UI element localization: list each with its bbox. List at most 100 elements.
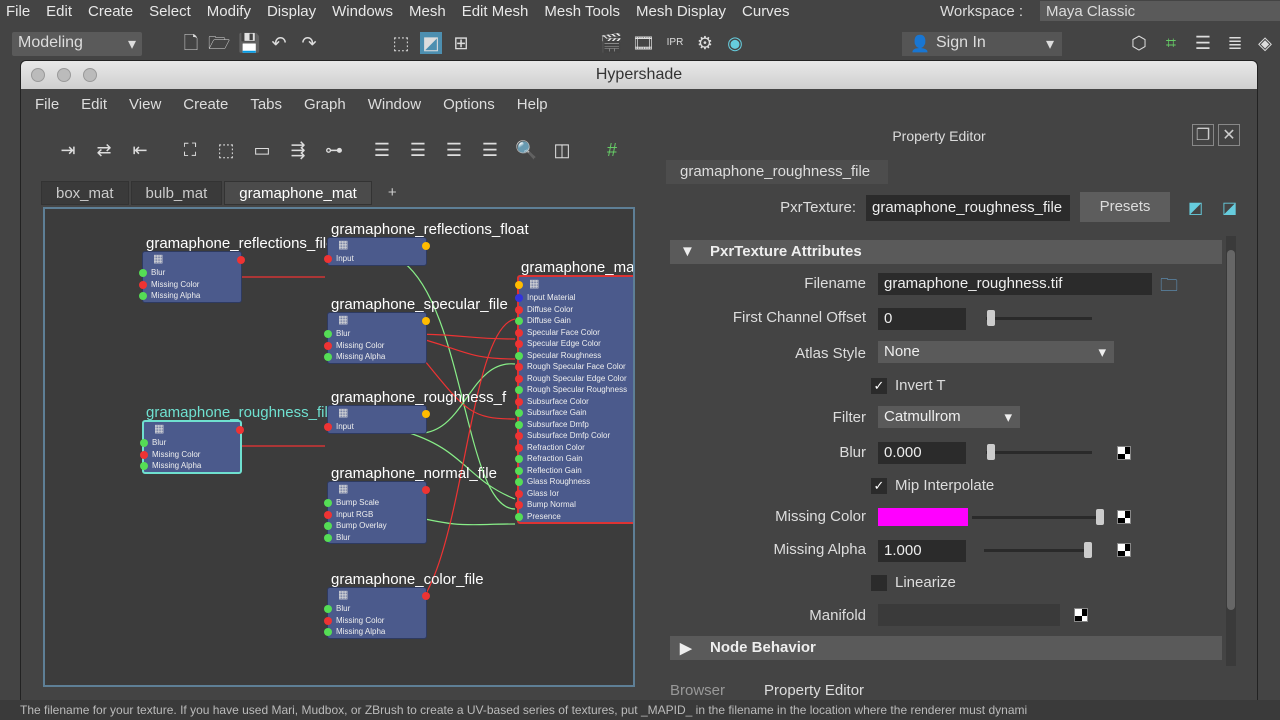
node-attribute[interactable]: Specular Face Color (515, 327, 633, 339)
node-reflections-float[interactable]: ▦ Input (324, 237, 430, 266)
node-attribute[interactable]: Blur (139, 267, 241, 279)
float-panel-icon[interactable]: ❐ (1192, 124, 1214, 146)
node-attribute[interactable]: Input RGB (324, 509, 426, 521)
new-scene-icon[interactable]: 🗋 (180, 32, 202, 54)
node-attribute[interactable]: Rough Specular Face Color (515, 361, 633, 373)
render-settings-icon[interactable]: ⚙ (694, 32, 716, 54)
input-port[interactable] (324, 499, 332, 507)
add-tab-button[interactable]: + (374, 181, 411, 205)
mip-interpolate-checkbox[interactable]: ✓ (871, 478, 887, 494)
copy-tab-icon[interactable]: ◩ (1188, 198, 1203, 218)
node-tab[interactable]: gramaphone_roughness_file (666, 160, 888, 184)
input-port[interactable] (324, 628, 332, 636)
channel-box-icon[interactable]: ☰ (1192, 32, 1214, 54)
menu-edit-mesh[interactable]: Edit Mesh (462, 3, 529, 20)
input-port[interactable] (140, 439, 148, 447)
input-port[interactable] (324, 341, 332, 350)
node-attribute[interactable]: Input Material (515, 292, 633, 304)
map-texture-icon[interactable] (1117, 543, 1131, 557)
modeling-toolkit-icon[interactable]: ⌗ (1160, 32, 1182, 54)
input-port[interactable] (324, 533, 332, 542)
node-attribute[interactable]: Missing Alpha (140, 460, 240, 472)
sign-in-button[interactable]: 👤 Sign In ▾ (902, 32, 1062, 56)
mode-select[interactable]: Modeling ▾ (12, 32, 142, 56)
minimize-window-button[interactable] (57, 68, 71, 82)
atlas-style-select[interactable]: None ▾ (878, 341, 1114, 363)
input-port[interactable] (515, 386, 523, 394)
node-attribute[interactable]: Glass Roughness (515, 476, 633, 488)
input-port[interactable] (515, 374, 523, 383)
input-port[interactable] (515, 512, 523, 521)
hs-menu-view[interactable]: View (129, 96, 161, 113)
node-attribute[interactable]: Diffuse Color (515, 304, 633, 316)
node-attribute[interactable]: Subsurface Gain (515, 407, 633, 419)
missing-color-swatch[interactable] (878, 508, 968, 526)
node-attribute[interactable]: Subsurface Color (515, 396, 633, 408)
pxrtexture-attributes-section[interactable]: ▼ PxrTexture Attributes (670, 240, 1222, 264)
hs-menu-options[interactable]: Options (443, 96, 495, 113)
attribute-editor-icon[interactable]: ≣ (1224, 32, 1246, 54)
node-attribute[interactable]: Missing Alpha (324, 351, 426, 363)
node-attribute[interactable]: Input (324, 421, 426, 433)
node-attribute[interactable]: Refraction Color (515, 442, 633, 454)
output-connections-icon[interactable]: ⇤ (129, 139, 151, 161)
save-icon[interactable]: 💾 (238, 32, 260, 54)
input-port[interactable] (515, 317, 523, 325)
filter-select[interactable]: Catmullrom ▾ (878, 406, 1020, 428)
output-port[interactable] (422, 242, 430, 250)
close-window-button[interactable] (31, 68, 45, 82)
scrollbar[interactable] (1226, 236, 1236, 666)
output-port[interactable] (422, 592, 430, 600)
frame-all-icon[interactable]: ⛶ (179, 139, 201, 161)
layout-icon[interactable]: ⬡ (1128, 32, 1150, 54)
hs-menu-graph[interactable]: Graph (304, 96, 346, 113)
output-port[interactable] (236, 426, 244, 434)
hypershade-icon[interactable]: ◉ (724, 32, 746, 54)
input-port[interactable] (140, 462, 148, 470)
menu-mesh[interactable]: Mesh (409, 3, 446, 20)
menu-curves[interactable]: Curves (742, 3, 790, 20)
input-port[interactable] (515, 455, 523, 463)
render-view-icon[interactable]: 🎬 (600, 32, 622, 54)
node-attribute[interactable]: Bump Overlay (324, 520, 426, 532)
missing-color-slider-handle[interactable] (1096, 509, 1104, 525)
float-icon[interactable]: ◪ (1222, 198, 1237, 218)
menu-mesh-tools[interactable]: Mesh Tools (544, 3, 620, 20)
custom-view-icon[interactable]: ☰ (479, 139, 501, 161)
node-normal-file[interactable]: ▦ Bump Scale Input RGB Bump Overlay Blur (324, 481, 430, 544)
node-attribute[interactable]: Input (324, 253, 426, 265)
node-attribute[interactable]: Missing Color (139, 279, 241, 291)
swatch-icon[interactable]: ◫ (551, 139, 573, 161)
node-behavior-section[interactable]: ▶ Node Behavior (670, 636, 1222, 660)
missing-color-slider[interactable] (972, 516, 1100, 519)
input-port[interactable] (515, 397, 523, 406)
node-attribute[interactable]: Bump Scale (324, 497, 426, 509)
bottom-tab-browser[interactable]: Browser (670, 682, 725, 699)
input-port[interactable] (139, 269, 147, 277)
node-attribute[interactable]: Missing Alpha (324, 626, 426, 638)
tab-box-mat[interactable]: box_mat (41, 181, 129, 205)
input-port[interactable] (515, 420, 523, 429)
node-attribute[interactable]: Glass Ior (515, 488, 633, 500)
node-name-field[interactable]: gramaphone_roughness_file (866, 195, 1070, 221)
input-port[interactable] (515, 363, 523, 371)
map-texture-icon[interactable] (1074, 608, 1088, 622)
search-icon[interactable]: 🔍 (515, 139, 537, 161)
node-attribute[interactable]: Presence (515, 511, 633, 523)
scrollbar-thumb[interactable] (1227, 250, 1235, 610)
input-port[interactable] (515, 466, 523, 475)
menu-file[interactable]: File (6, 3, 30, 20)
node-roughness-file[interactable]: ▦ Blur Missing Color Missing Alpha (140, 420, 244, 474)
node-attribute[interactable]: Diffuse Gain (515, 315, 633, 327)
node-attribute[interactable]: Blur (140, 437, 240, 449)
node-specular-file[interactable]: ▦ Blur Missing Color Missing Alpha (324, 312, 430, 364)
bottom-tab-property-editor[interactable]: Property Editor (764, 682, 864, 699)
tab-bulb-mat[interactable]: bulb_mat (130, 181, 223, 205)
input-port[interactable] (140, 450, 148, 459)
node-attribute[interactable]: Blur (324, 603, 426, 615)
filename-field[interactable]: gramaphone_roughness.tif (878, 273, 1152, 295)
node-attribute[interactable]: Missing Color (324, 615, 426, 627)
input-port[interactable] (515, 443, 523, 452)
presets-button[interactable]: Presets (1080, 192, 1170, 222)
frame-selected-icon[interactable]: ⬚ (215, 139, 237, 161)
